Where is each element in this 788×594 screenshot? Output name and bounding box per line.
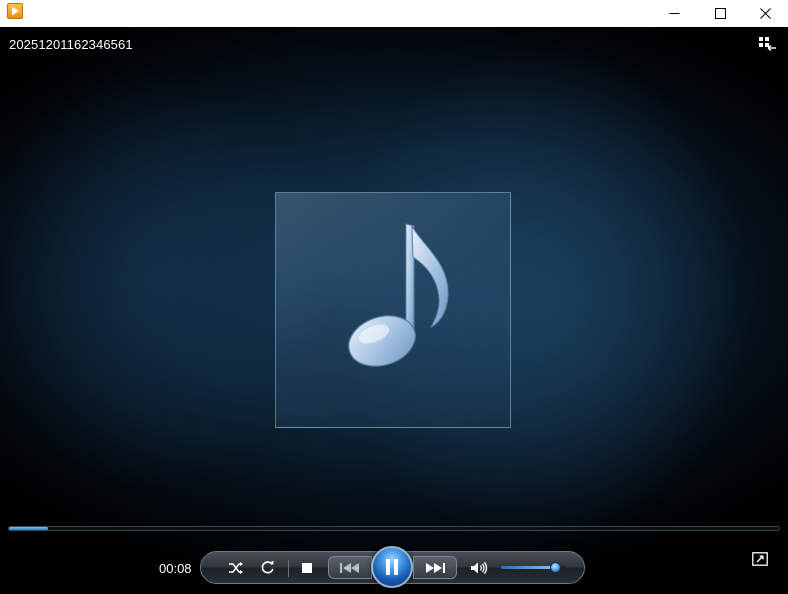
previous-icon [340,562,359,573]
media-player-window: 20251201162346561 00:08 [0,0,788,594]
pause-button[interactable] [371,546,413,588]
volume-thumb[interactable] [550,562,561,573]
switch-to-library-icon [759,37,776,51]
repeat-icon [261,560,274,574]
minimize-icon [669,13,679,14]
album-art [275,192,511,428]
shuffle-button[interactable] [222,552,250,583]
playback-controls [200,546,585,588]
app-icon[interactable] [7,3,23,19]
switch-to-library-button[interactable] [758,35,778,53]
next-icon [426,562,445,573]
stop-button[interactable] [293,552,321,583]
control-separator [288,560,289,577]
fullscreen-button[interactable] [750,550,770,568]
stop-icon [302,562,312,573]
now-playing-area[interactable]: 20251201162346561 00:08 [0,27,788,594]
minimize-button[interactable] [651,0,697,27]
fullscreen-icon [752,552,768,566]
elapsed-time: 00:08 [159,561,192,576]
volume-level [501,566,555,569]
seek-bar[interactable] [8,526,780,531]
maximize-button[interactable] [697,0,743,27]
next-button[interactable] [413,556,457,579]
mute-button[interactable] [465,552,493,583]
volume-slider[interactable] [501,562,566,573]
shuffle-icon [229,561,243,574]
title-bar[interactable] [0,0,788,27]
close-button[interactable] [742,0,788,27]
seek-progress [9,527,48,530]
pause-icon [386,559,398,575]
speaker-icon [471,561,488,574]
music-note-icon [348,223,449,367]
media-title: 20251201162346561 [9,37,133,52]
previous-button[interactable] [328,556,372,579]
close-icon [759,8,771,19]
repeat-button[interactable] [253,552,281,583]
maximize-icon [714,8,726,19]
